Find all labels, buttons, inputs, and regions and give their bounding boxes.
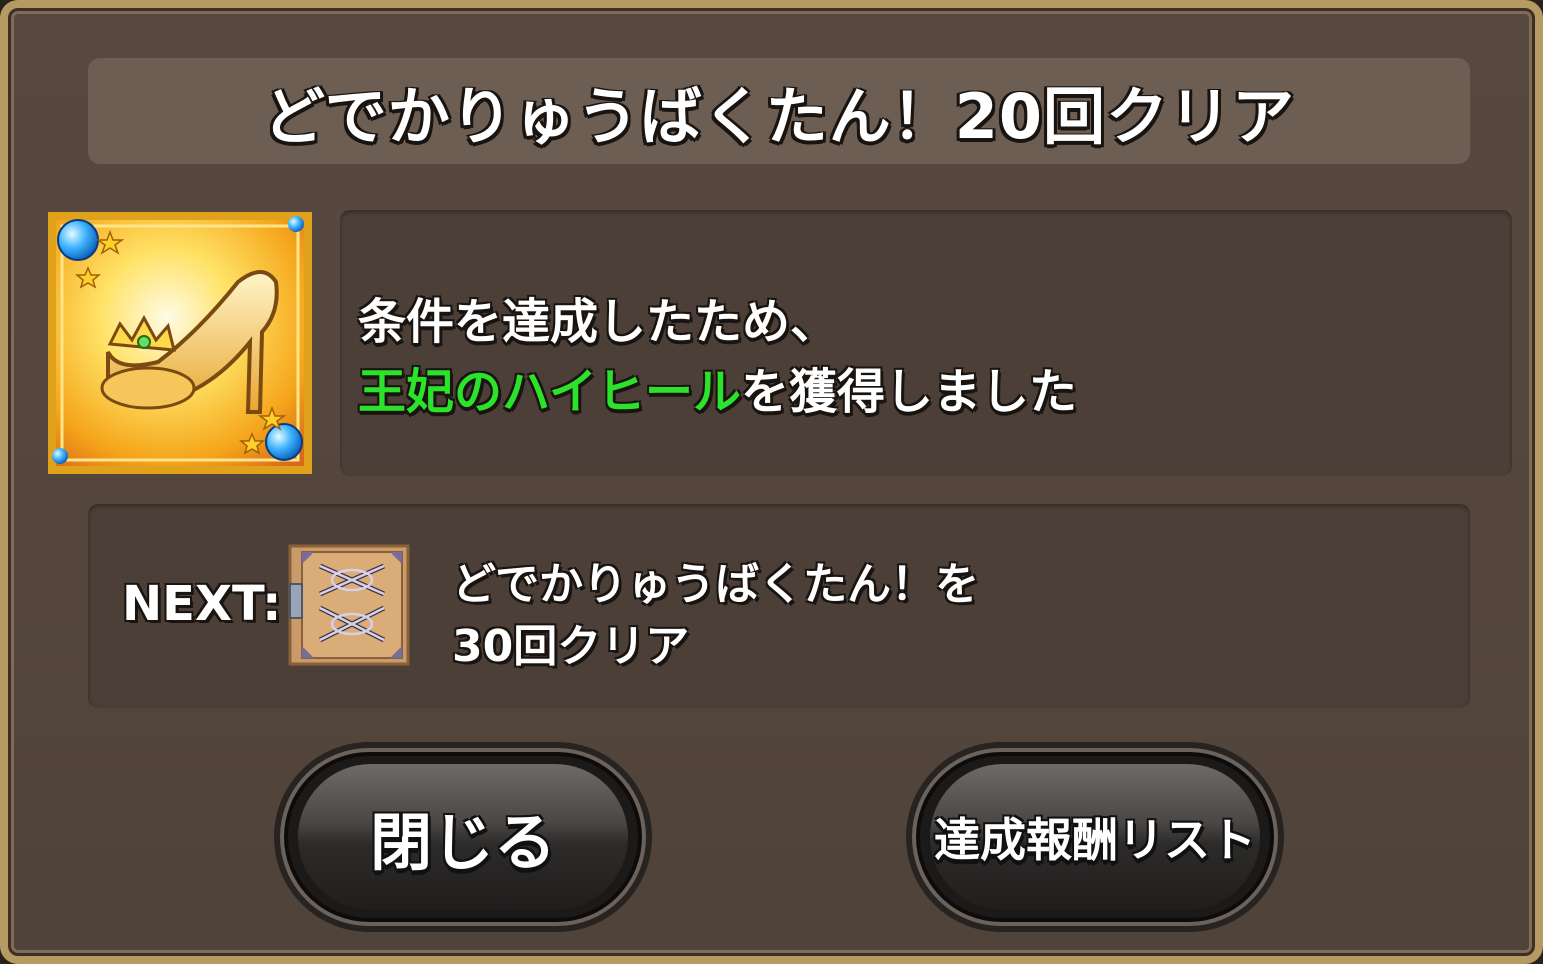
next-goal-line-2: 30回クリア: [452, 621, 690, 672]
message-box: 条件を達成したため、 王妃のハイヒールを獲得しました: [340, 210, 1512, 476]
message-line-1: 条件を達成したため、: [358, 294, 839, 350]
close-button-label: 閉じる: [369, 806, 556, 879]
title-bar: どでかりゅうばくたん！20回クリア: [88, 58, 1470, 164]
next-goal-line-1: どでかりゅうばくたん！を: [452, 559, 980, 610]
reward-list-button[interactable]: 達成報酬リスト: [912, 748, 1278, 926]
message-suffix: を獲得しました: [741, 364, 1078, 420]
reward-list-button-label: 達成報酬リスト: [934, 813, 1256, 867]
dialog-title: どでかりゅうばくたん！20回クリア: [262, 79, 1296, 154]
next-label: NEXT:: [122, 576, 282, 632]
locked-chest-icon: [288, 544, 410, 666]
message-line-2: 王妃のハイヒールを獲得しました: [358, 352, 1077, 422]
close-button[interactable]: 閉じる: [280, 748, 646, 926]
reward-item-name: 王妃のハイヒール: [358, 364, 742, 420]
glass-high-heel-icon: [48, 212, 312, 474]
achievement-dialog: どでかりゅうばくたん！20回クリア 条件を達成したため、 王妃のハイヒールを獲得…: [0, 0, 1543, 964]
next-goal-box: NEXT: どでかりゅうばくたん！を 30回クリア: [88, 504, 1470, 708]
